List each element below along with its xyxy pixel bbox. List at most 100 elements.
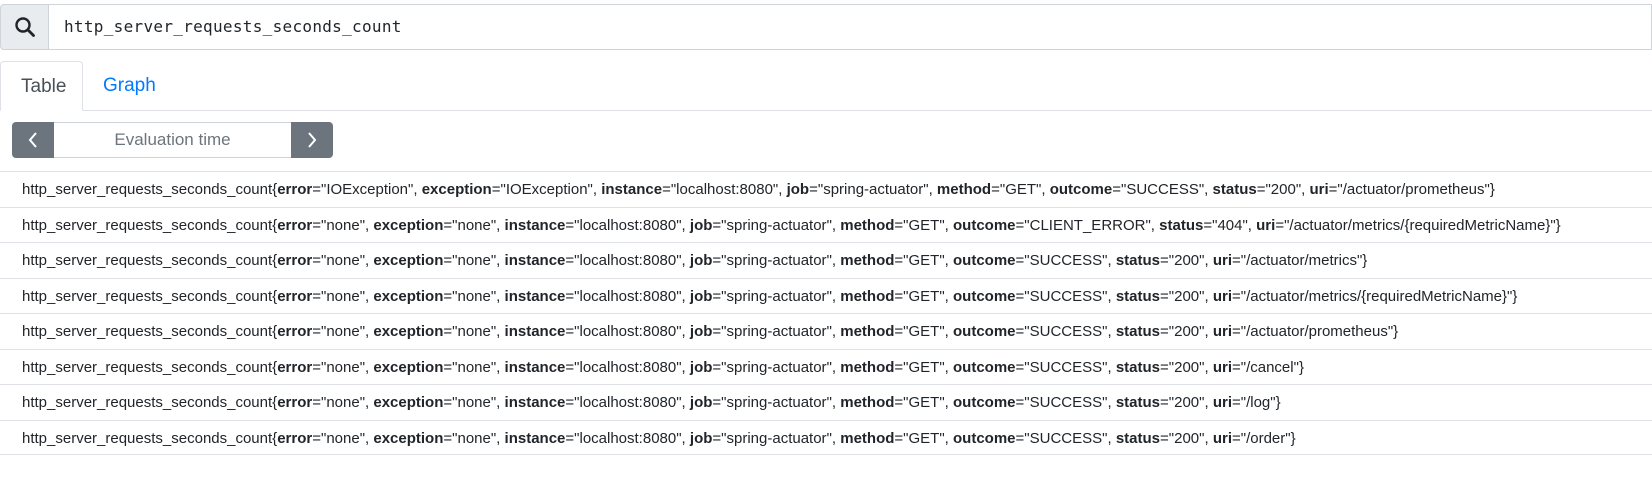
label-key: method (840, 216, 895, 234)
table-row: http_server_requests_seconds_count{error… (0, 384, 1652, 420)
label-key: error (277, 429, 313, 447)
label-value: spring-actuator (726, 287, 827, 305)
label-value: none (326, 287, 360, 305)
label-value: none (326, 252, 360, 269)
label-value: GET (908, 323, 940, 340)
label-value: SUCCESS (1029, 323, 1103, 340)
table-row: http_server_requests_seconds_count{error… (0, 277, 1652, 314)
label-value: none (457, 287, 491, 305)
label-value: 200 (1174, 394, 1200, 411)
label-key: error (277, 323, 313, 340)
label-value: SUCCESS (1029, 394, 1103, 411)
label-key: exception (373, 323, 444, 340)
tab-table[interactable]: Table (0, 61, 83, 111)
label-key: error (277, 181, 313, 198)
label-key: exception (373, 429, 444, 447)
label-key: uri (1212, 323, 1232, 340)
label-key: error (277, 287, 313, 305)
label-value: 200 (1174, 358, 1200, 376)
label-key: instance (504, 394, 566, 411)
label-key: instance (601, 181, 663, 198)
label-key: status (1115, 323, 1161, 340)
label-value: /actuator/metrics/{requiredMetricName} (1289, 216, 1551, 234)
label-value: GET (908, 287, 940, 305)
label-value: localhost:8080 (579, 323, 677, 340)
label-key: outcome (953, 216, 1016, 234)
label-key: instance (504, 358, 566, 376)
label-value: none (326, 429, 360, 447)
label-key: status (1115, 429, 1161, 447)
label-value: 200 (1174, 429, 1200, 447)
label-value: localhost:8080 (579, 287, 677, 305)
label-key: job (689, 394, 713, 411)
label-value: SUCCESS (1029, 429, 1103, 447)
label-key: instance (504, 429, 566, 447)
label-value: /actuator/metrics (1246, 252, 1357, 269)
label-value: GET (908, 429, 940, 447)
label-key: error (277, 358, 313, 376)
label-key: status (1212, 181, 1257, 198)
label-key: exception (373, 216, 444, 234)
label-value: /order (1246, 429, 1286, 447)
label-key: method (840, 358, 895, 376)
metric-name: http_server_requests_seconds_count (22, 358, 273, 376)
label-value: 404 (1217, 216, 1243, 234)
label-value: spring-actuator (726, 252, 827, 269)
label-key: status (1115, 358, 1161, 376)
label-key: uri (1212, 358, 1232, 376)
evaluation-time-input[interactable] (54, 122, 291, 158)
table-row: http_server_requests_seconds_count{error… (0, 348, 1652, 385)
label-key: outcome (953, 429, 1016, 447)
label-key: instance (504, 216, 566, 234)
label-value: none (457, 323, 491, 340)
label-value: CLIENT_ERROR (1029, 216, 1146, 234)
tab-graph[interactable]: Graph (83, 61, 176, 110)
label-value: none (326, 323, 360, 340)
evaluation-time-control (12, 122, 333, 158)
label-value: IOException (505, 181, 588, 198)
label-key: outcome (953, 252, 1016, 269)
label-key: outcome (953, 287, 1016, 305)
label-value: /actuator/metrics/{requiredMetricName} (1246, 287, 1508, 305)
label-key: outcome (1049, 181, 1113, 198)
label-value: none (457, 358, 491, 376)
chevron-left-icon (28, 132, 37, 148)
table-row: http_server_requests_seconds_count{error… (0, 171, 1652, 207)
label-value: /cancel (1246, 358, 1294, 376)
label-value: GET (1005, 181, 1037, 198)
label-value: SUCCESS (1029, 358, 1103, 376)
label-value: spring-actuator (726, 323, 827, 340)
label-value: GET (908, 252, 940, 269)
metric-name: http_server_requests_seconds_count (22, 216, 273, 234)
label-value: none (457, 394, 491, 411)
label-key: exception (421, 181, 492, 198)
label-value: IOException (326, 181, 409, 198)
label-value: SUCCESS (1029, 252, 1103, 269)
search-button[interactable] (0, 4, 49, 50)
label-value: localhost:8080 (579, 216, 677, 234)
label-key: job (689, 216, 713, 234)
next-time-button[interactable] (291, 122, 333, 158)
label-key: outcome (953, 358, 1016, 376)
table-row: http_server_requests_seconds_count{error… (0, 242, 1652, 278)
query-bar (0, 4, 1652, 50)
label-value: none (326, 358, 360, 376)
chevron-right-icon (308, 132, 317, 148)
label-key: job (689, 323, 713, 340)
label-value: localhost:8080 (579, 252, 677, 269)
metric-name: http_server_requests_seconds_count (22, 323, 273, 340)
label-key: exception (373, 394, 444, 411)
metric-name: http_server_requests_seconds_count (22, 429, 273, 447)
table-row: http_server_requests_seconds_count{error… (0, 419, 1652, 455)
previous-time-button[interactable] (12, 122, 54, 158)
label-key: method (840, 287, 895, 305)
label-key: status (1115, 252, 1161, 269)
label-key: job (689, 287, 713, 305)
label-key: outcome (953, 323, 1016, 340)
metric-name: http_server_requests_seconds_count (22, 181, 273, 198)
label-value: 200 (1174, 252, 1200, 269)
query-input[interactable] (49, 4, 1652, 50)
search-icon (14, 17, 35, 37)
label-value: localhost:8080 (676, 181, 773, 198)
label-value: GET (908, 358, 940, 376)
